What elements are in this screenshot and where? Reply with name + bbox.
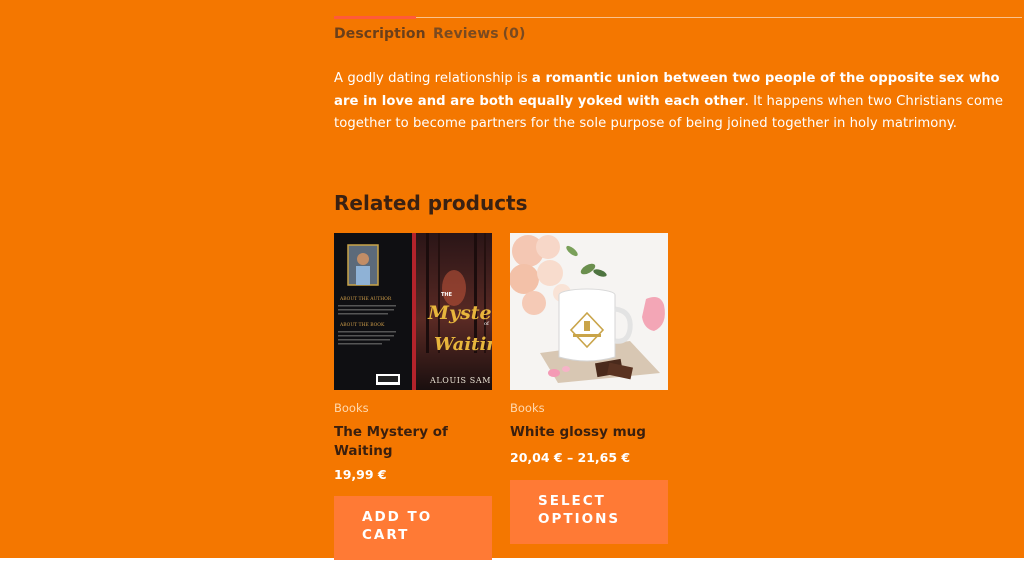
product-description: A godly dating relationship is a romanti… [334,68,1022,136]
tab-description[interactable]: Description [334,26,426,42]
tab-reviews-count: (0) [502,26,526,42]
add-to-cart-button[interactable]: ADD TO CART [334,496,492,560]
page-bottom-edge [0,558,1024,562]
product-title[interactable]: White glossy mug [510,423,668,442]
cover-about-book: ABOUT THE BOOK [339,322,385,328]
cover-title-the: THE [441,292,453,298]
select-options-button[interactable]: SELECT OPTIONS [510,480,668,544]
product-category[interactable]: Books [510,401,545,415]
product-category[interactable]: Books [334,401,369,415]
product-card-mystery-of-waiting: ABOUT THE AUTHOR ABOUT THE BOOK THE Myst… [334,233,492,560]
product-title[interactable]: The Mystery of Waiting [334,423,492,461]
tabs-divider [334,17,1022,18]
product-card-white-glossy-mug: Books White glossy mug 20,04 € – 21,65 €… [510,233,668,544]
tab-reviews-label: Reviews [433,26,499,42]
tab-reviews[interactable]: Reviews (0) [433,26,526,42]
cover-author-name: ALOUIS SAM [429,376,491,385]
product-price: 19,99 € [334,467,387,482]
mug-product-image[interactable] [510,233,668,390]
product-price: 20,04 € – 21,65 € [510,450,631,465]
book-cover-image[interactable]: ABOUT THE AUTHOR ABOUT THE BOOK THE Myst… [334,233,492,390]
cover-about-author: ABOUT THE AUTHOR [339,296,392,302]
cover-title-mystery: Mystery [427,302,492,324]
active-tab-indicator [334,16,416,19]
description-intro: A godly dating relationship is [334,71,532,86]
related-products-heading: Related products [334,191,528,215]
cover-title-waiting: Waiting [434,334,492,355]
